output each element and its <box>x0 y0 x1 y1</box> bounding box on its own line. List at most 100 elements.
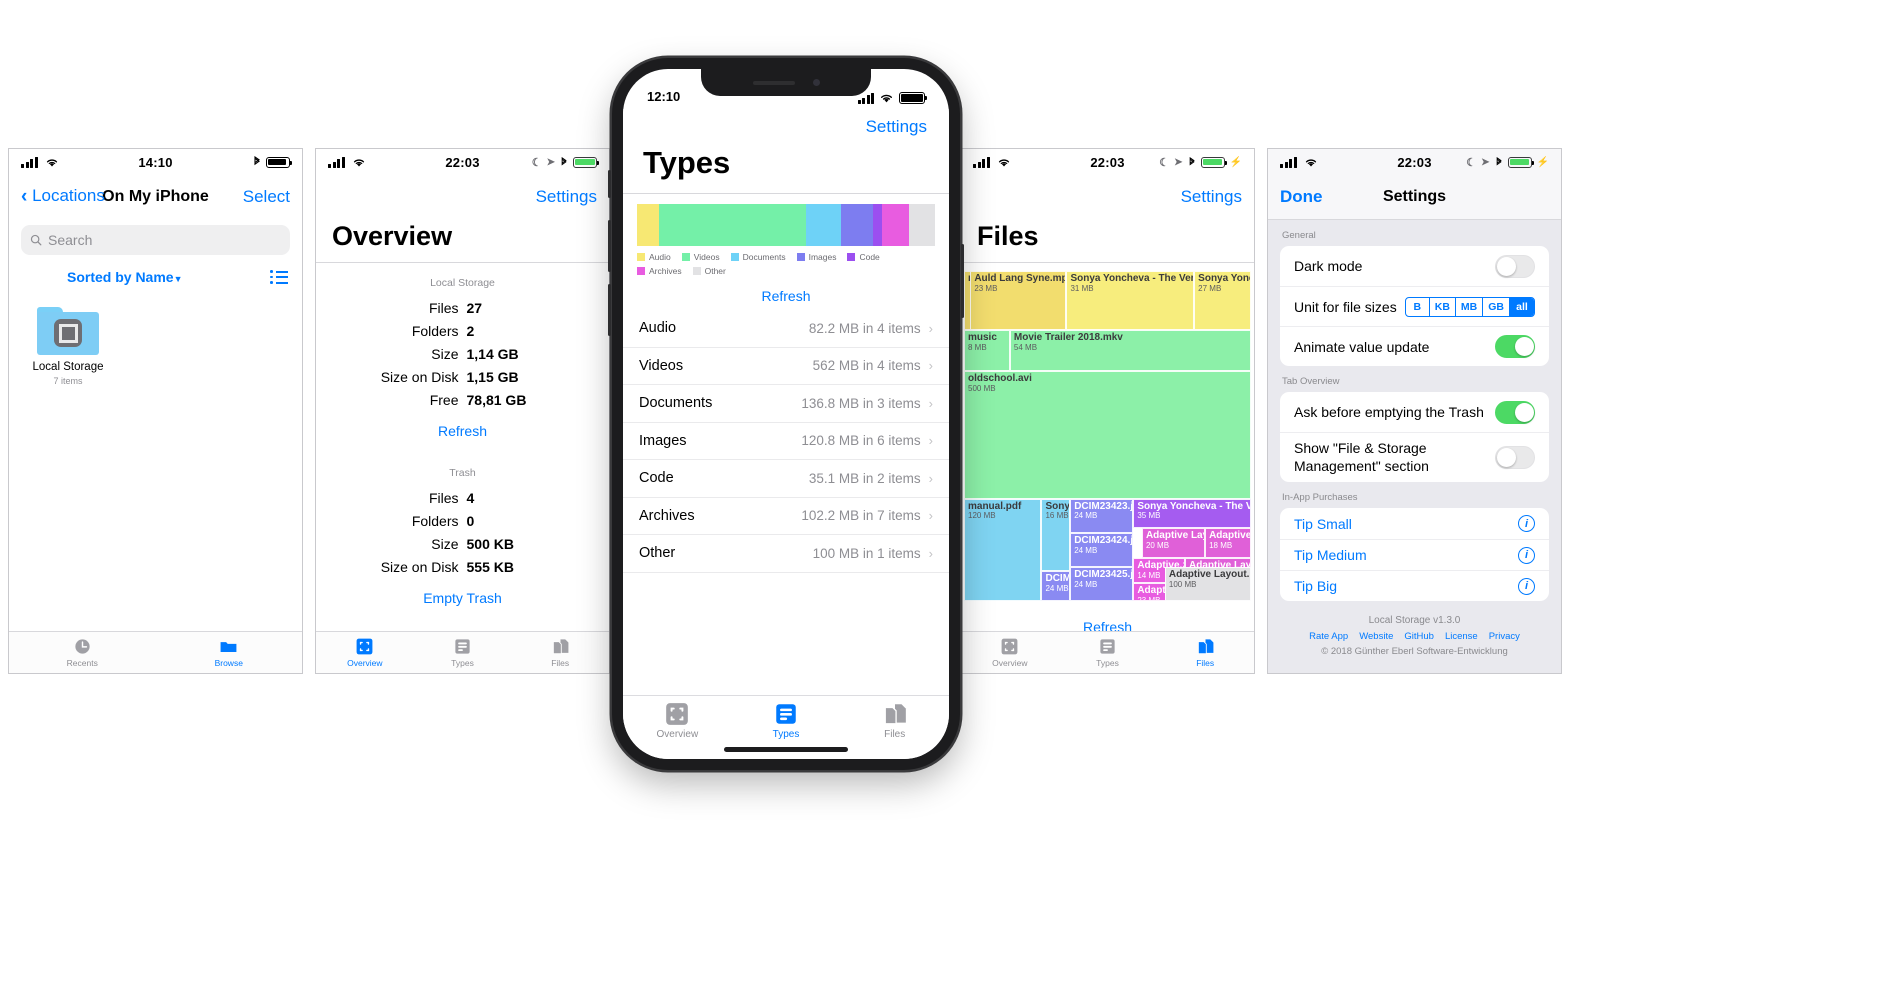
battery-icon <box>266 156 292 168</box>
list-view-icon[interactable] <box>270 270 288 284</box>
treemap-tile[interactable]: Sonya.pdf16 MB <box>1041 498 1071 572</box>
table-row[interactable]: Audio 82.2 MB in 4 items › <box>623 310 949 348</box>
refresh-button[interactable]: Refresh <box>623 280 949 310</box>
treemap-tile[interactable]: Adaptive Layout.zip20 MB <box>1141 528 1206 558</box>
select-button[interactable]: Select <box>243 187 290 207</box>
legend-label: Code <box>859 252 880 262</box>
link-rate-app[interactable]: Rate App <box>1309 631 1348 642</box>
treemap-tile[interactable]: Movie Trailer 2018.mkv 54 MB <box>1009 330 1251 372</box>
treemap-tile[interactable]: DCIM23425.jpg24 MB <box>1070 566 1134 601</box>
treemap-tile[interactable]: Auld Lang Syne.mp3 23 MB <box>970 271 1067 331</box>
status-time: 12:10 <box>647 89 681 104</box>
treemap-tile[interactable]: Sonya Yoncheva - Handel.mp327 MB <box>1194 271 1251 331</box>
wifi-icon <box>881 94 892 103</box>
back-button[interactable]: ‹ Locations <box>21 186 105 208</box>
setting-row-dark-mode[interactable]: Dark mode <box>1280 246 1549 286</box>
treemap-tile[interactable]: oldschool.avi 500 MB <box>964 371 1251 499</box>
treemap-tile[interactable]: DCIM23423.jpg24 MB <box>1070 498 1134 533</box>
link-license[interactable]: License <box>1445 631 1478 642</box>
link-website[interactable]: Website <box>1359 631 1393 642</box>
unit-segmented-control[interactable]: B KB MB GB all <box>1404 296 1535 317</box>
tab-files[interactable]: Files <box>511 632 609 673</box>
tab-types-label: Types <box>772 729 800 740</box>
list-item[interactable]: Local Storage 7 items <box>25 307 111 386</box>
table-row[interactable]: Code 35.1 MB in 2 items › <box>623 460 949 498</box>
bar-segment-audio[interactable] <box>637 204 659 246</box>
seg-option-b[interactable]: B <box>1406 297 1430 316</box>
stat-value: 1,15 GB <box>466 368 519 385</box>
table-row[interactable]: Other 100 MB in 1 items › <box>623 535 949 573</box>
tab-overview[interactable]: Overview <box>316 632 414 673</box>
type-name: Other <box>639 545 676 562</box>
setting-row-animate[interactable]: Animate value update <box>1280 326 1549 366</box>
ask-before-emptying-toggle[interactable] <box>1495 400 1535 424</box>
seg-option-gb[interactable]: GB <box>1483 297 1510 316</box>
tab-files[interactable]: Files <box>1156 632 1254 673</box>
mute-switch[interactable] <box>608 170 611 198</box>
search-input[interactable]: Search <box>21 225 290 255</box>
table-row[interactable]: Documents 136.8 MB in 3 items › <box>623 385 949 423</box>
treemap-tile[interactable]: DCIM23423.jpg24 MB <box>1041 571 1071 601</box>
setting-label: Show "File & Storage Management" section <box>1294 440 1429 474</box>
table-row[interactable]: Videos 562 MB in 4 items › <box>623 348 949 385</box>
link-github[interactable]: GitHub <box>1404 631 1434 642</box>
show-file-storage-toggle[interactable] <box>1495 446 1535 469</box>
info-icon[interactable]: i <box>1518 546 1535 564</box>
setting-row-show-section[interactable]: Show "File & Storage Management" section <box>1280 432 1549 482</box>
treemap-tile[interactable]: Adaptive Layout.ipa100 MB <box>1164 566 1251 601</box>
treemap-tile[interactable]: manual.pdf 120 MB <box>964 498 1042 601</box>
table-row[interactable]: Images 120.8 MB in 6 items › <box>623 423 949 460</box>
treemap-tile[interactable]: music 8 MB <box>964 330 1010 372</box>
tab-overview[interactable]: Overview <box>961 632 1059 673</box>
tab-files[interactable]: Files <box>840 696 949 745</box>
seg-option-mb[interactable]: MB <box>1456 297 1484 316</box>
setting-row-tip-big[interactable]: Tip Big i <box>1280 570 1549 601</box>
table-row[interactable]: Archives 102.2 MB in 7 items › <box>623 498 949 535</box>
link-privacy[interactable]: Privacy <box>1489 631 1520 642</box>
settings-button[interactable]: Settings <box>1181 187 1242 207</box>
stat-value: 4 <box>466 489 475 506</box>
settings-button[interactable]: Settings <box>866 117 927 137</box>
bar-segment-other[interactable] <box>908 204 935 246</box>
treemap-tile[interactable]: DCIM23424.jpg24 MB <box>1070 532 1134 567</box>
settings-button[interactable]: Settings <box>536 187 597 207</box>
tab-types[interactable]: Types <box>1059 632 1157 673</box>
bar-segment-images[interactable] <box>841 204 873 246</box>
info-icon[interactable]: i <box>1518 515 1535 532</box>
done-button[interactable]: Done <box>1280 187 1323 207</box>
bar-segment-documents[interactable] <box>805 204 842 246</box>
refresh-button[interactable]: Refresh <box>316 411 609 443</box>
volume-down-button[interactable] <box>608 284 611 336</box>
dark-mode-toggle[interactable] <box>1495 254 1535 278</box>
tab-types[interactable]: Types <box>414 632 512 673</box>
stacked-bar[interactable] <box>637 204 935 246</box>
setting-row-unit[interactable]: Unit for file sizes B KB MB GB all <box>1280 286 1549 326</box>
clock-icon <box>75 639 90 654</box>
info-icon[interactable]: i <box>1518 577 1535 595</box>
power-button[interactable] <box>961 244 964 318</box>
bar-segment-code[interactable] <box>872 204 883 246</box>
stat-row: Size on Disk 1,15 GB <box>316 365 609 388</box>
treemap-tile[interactable]: Adaptive Layout.zip18 MB <box>1205 528 1251 558</box>
treemap-tile[interactable]: Sonya Yoncheva - The Verdi Album.mp331 M… <box>1066 271 1195 331</box>
tab-browse[interactable]: Browse <box>156 632 303 673</box>
setting-row-ask-trash[interactable]: Ask before emptying the Trash <box>1280 392 1549 432</box>
tab-overview[interactable]: Overview <box>623 696 732 745</box>
treemap-chart[interactable]: mp3Auld Lang Syne.mp323 MBSonya Yoncheva… <box>964 271 1251 601</box>
bar-segment-videos[interactable] <box>658 204 806 246</box>
location-icon: ➤ <box>1174 156 1183 168</box>
treemap-tile[interactable]: Sonya Yoncheva - The Verdi Album.zip35 M… <box>1133 498 1251 529</box>
seg-option-all[interactable]: all <box>1510 297 1534 316</box>
bar-segment-archives[interactable] <box>882 204 909 246</box>
tab-types[interactable]: Types <box>732 696 841 745</box>
volume-up-button[interactable] <box>608 220 611 272</box>
sort-button[interactable]: Sorted by Name▼ <box>67 269 183 285</box>
home-indicator[interactable] <box>724 747 848 752</box>
animate-value-toggle[interactable] <box>1495 335 1535 358</box>
setting-row-tip-small[interactable]: Tip Small i <box>1280 508 1549 539</box>
tab-recents[interactable]: Recents <box>9 632 156 673</box>
group-heading-general: General <box>1282 230 1316 241</box>
empty-trash-button[interactable]: Empty Trash <box>316 578 609 610</box>
seg-option-kb[interactable]: KB <box>1430 297 1456 316</box>
setting-row-tip-medium[interactable]: Tip Medium i <box>1280 539 1549 570</box>
